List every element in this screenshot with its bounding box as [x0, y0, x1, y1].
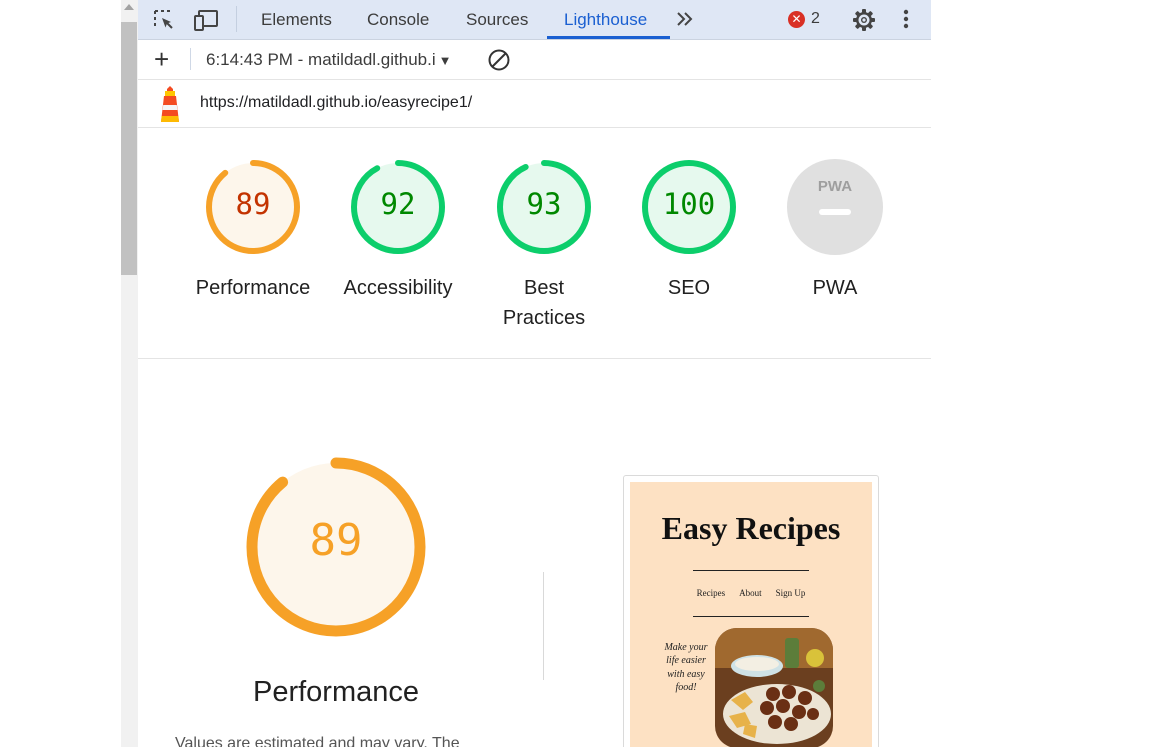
- performance-title: Performance: [252, 676, 419, 708]
- lighthouse-logo-icon: [156, 85, 184, 128]
- gauge-seo[interactable]: 100 SEO: [629, 157, 749, 303]
- gauge-pwa[interactable]: PWA PWA: [775, 157, 895, 303]
- gauge-accessibility[interactable]: 92 Accessibility: [338, 157, 458, 303]
- dropdown-arrow-icon: ▼: [438, 52, 452, 68]
- device-toolbar-icon[interactable]: [193, 8, 219, 37]
- food-photo-image: [715, 628, 833, 747]
- final-screenshot[interactable]: Easy Recipes Recipes About Sign Up Make …: [623, 475, 879, 747]
- gauge-score: 89: [235, 187, 271, 221]
- gauge-score: 100: [662, 187, 716, 221]
- toolbar-divider: [190, 48, 191, 70]
- performance-big-score: 89: [309, 515, 363, 566]
- plus-icon[interactable]: +: [154, 46, 169, 72]
- kebab-menu-icon[interactable]: [902, 9, 910, 36]
- error-counter[interactable]: ✕ 2: [788, 10, 820, 28]
- performance-description: Values are estimated and may vary. The: [175, 735, 460, 747]
- error-icon: ✕: [788, 10, 805, 28]
- gauge-label: Accessibility: [343, 277, 453, 299]
- gauge-score: 92: [380, 187, 416, 221]
- tab-elements[interactable]: Elements: [261, 10, 332, 30]
- pwa-badge-icon: PWA: [787, 159, 883, 255]
- report-selector[interactable]: 6:14:43 PM - matildadl.github.i ▼: [206, 50, 452, 70]
- lighthouse-toolbar: + 6:14:43 PM - matildadl.github.i ▼: [138, 40, 931, 80]
- screenshot-nav-item: Sign Up: [775, 588, 806, 598]
- screenshot-nav-item: Recipes: [696, 588, 726, 598]
- scroll-up-arrow-icon[interactable]: [124, 4, 134, 10]
- gauge-label: Performance: [195, 277, 311, 299]
- gauge-label: PWA: [812, 277, 858, 299]
- scroll-thumb[interactable]: [121, 22, 137, 275]
- tab-console[interactable]: Console: [367, 10, 429, 30]
- gauge-label: Best Practices: [502, 277, 586, 329]
- screenshot-tagline: Make your life easier with easy food!: [664, 642, 708, 693]
- tabbar-divider: [236, 6, 237, 32]
- report-url[interactable]: https://matildadl.github.io/easyrecipe1/: [200, 94, 472, 112]
- page-screenshot: Easy Recipes Recipes About Sign Up Make …: [630, 482, 872, 747]
- screenshot-rule: [693, 616, 809, 617]
- gauge-best-practices[interactable]: 93 Best Practices: [484, 157, 604, 333]
- inspect-icon[interactable]: [152, 8, 176, 37]
- gauge-score: 93: [526, 187, 562, 221]
- active-tab-indicator: [547, 36, 670, 39]
- gauge-performance[interactable]: 89 Performance: [193, 157, 313, 303]
- clear-icon[interactable]: [487, 48, 511, 77]
- screenshot-nav-item: About: [739, 588, 762, 598]
- screenshot-rule: [693, 570, 809, 571]
- section-divider: [138, 358, 931, 359]
- error-count: 2: [811, 10, 820, 27]
- report-selector-label: 6:14:43 PM - matildadl.github.i: [206, 50, 436, 69]
- pwa-badge-text: PWA: [818, 178, 852, 195]
- screenshot-title: Easy Recipes: [661, 510, 841, 546]
- settings-gear-icon[interactable]: [852, 8, 876, 37]
- gauge-label: SEO: [667, 277, 711, 299]
- page-scrollbar[interactable]: [121, 0, 138, 747]
- screenshot-nav: Recipes About Sign Up: [630, 588, 872, 598]
- tab-sources[interactable]: Sources: [466, 10, 528, 30]
- more-tabs-icon[interactable]: [675, 10, 695, 33]
- devtools-panel: Elements Console Sources Lighthouse ✕ 2: [138, 0, 931, 747]
- report-url-bar: https://matildadl.github.io/easyrecipe1/: [138, 80, 931, 128]
- vertical-divider: [543, 572, 544, 680]
- devtools-tabbar: Elements Console Sources Lighthouse ✕ 2: [138, 0, 931, 40]
- tab-lighthouse[interactable]: Lighthouse: [564, 10, 647, 30]
